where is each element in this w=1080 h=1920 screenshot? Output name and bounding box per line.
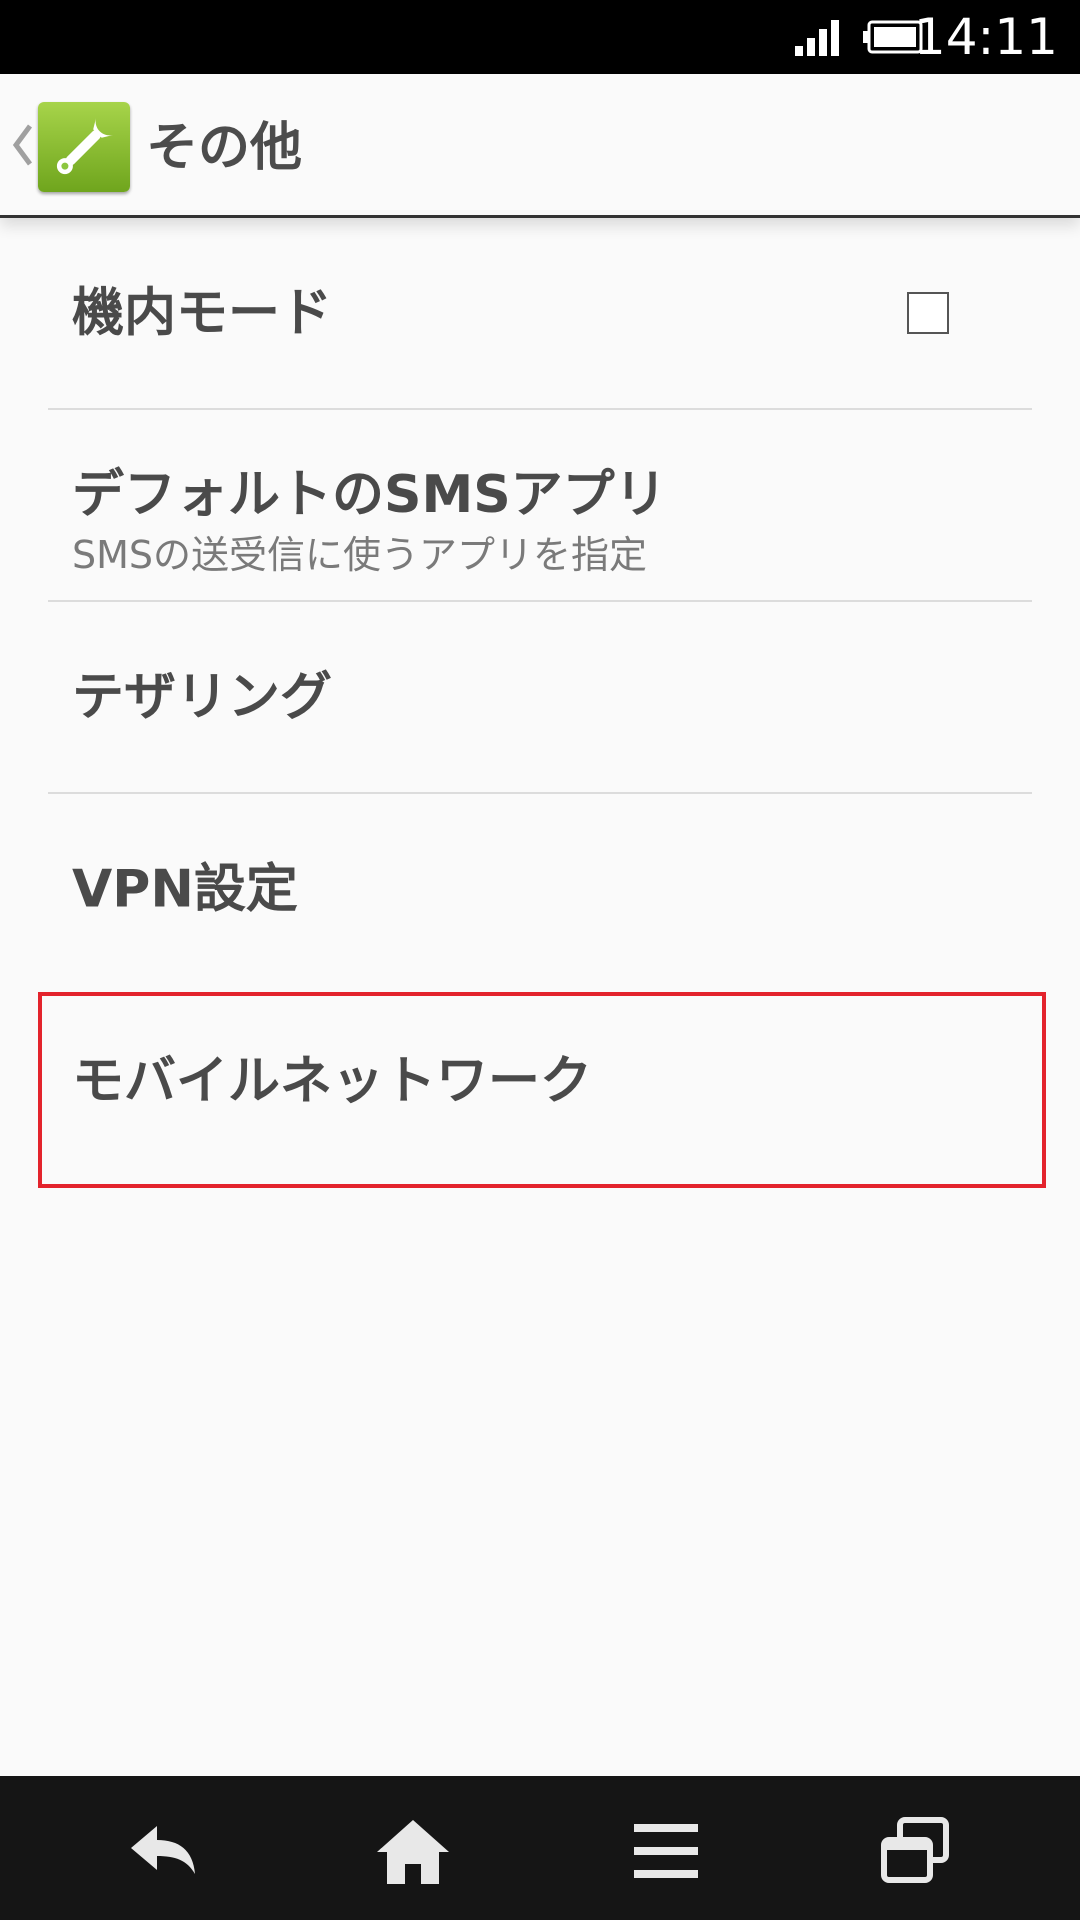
list-item-tethering[interactable]: テザリング [0,602,1080,794]
recent-apps-icon[interactable] [876,1816,956,1886]
list-item-title: 機内モード [72,283,333,344]
list-item-airplane-mode[interactable]: 機内モード [0,218,1080,410]
list-item-default-sms-app[interactable]: デフォルトのSMSアプリ SMSの送受信に使うアプリを指定 [0,410,1080,602]
home-icon[interactable] [373,1816,453,1886]
screen: 14:11 その他 機内モード デフォルトのSMSアプリ SMSの送受信に使うア… [0,0,1080,1920]
menu-icon[interactable] [626,1816,706,1886]
page-title: その他 [146,118,303,178]
back-icon[interactable] [123,1816,203,1886]
list-item-title: VPN設定 [72,859,298,920]
action-bar[interactable]: その他 [0,74,1080,218]
wrench-icon[interactable] [38,102,130,192]
navigation-bar [0,1776,1080,1920]
list-item-title: テザリング [72,667,333,728]
signal-icon [795,20,839,56]
chevron-left-icon[interactable] [10,122,34,168]
list-item-title: デフォルトのSMSアプリ [72,465,667,525]
list-item-vpn-settings[interactable]: VPN設定 [0,794,1080,986]
clock: 14:11 [913,8,1058,66]
list-item-summary: SMSの送受信に使うアプリを指定 [72,533,648,577]
status-bar: 14:11 [0,0,1080,74]
highlight-box [38,992,1046,1188]
airplane-mode-checkbox[interactable] [907,292,949,334]
